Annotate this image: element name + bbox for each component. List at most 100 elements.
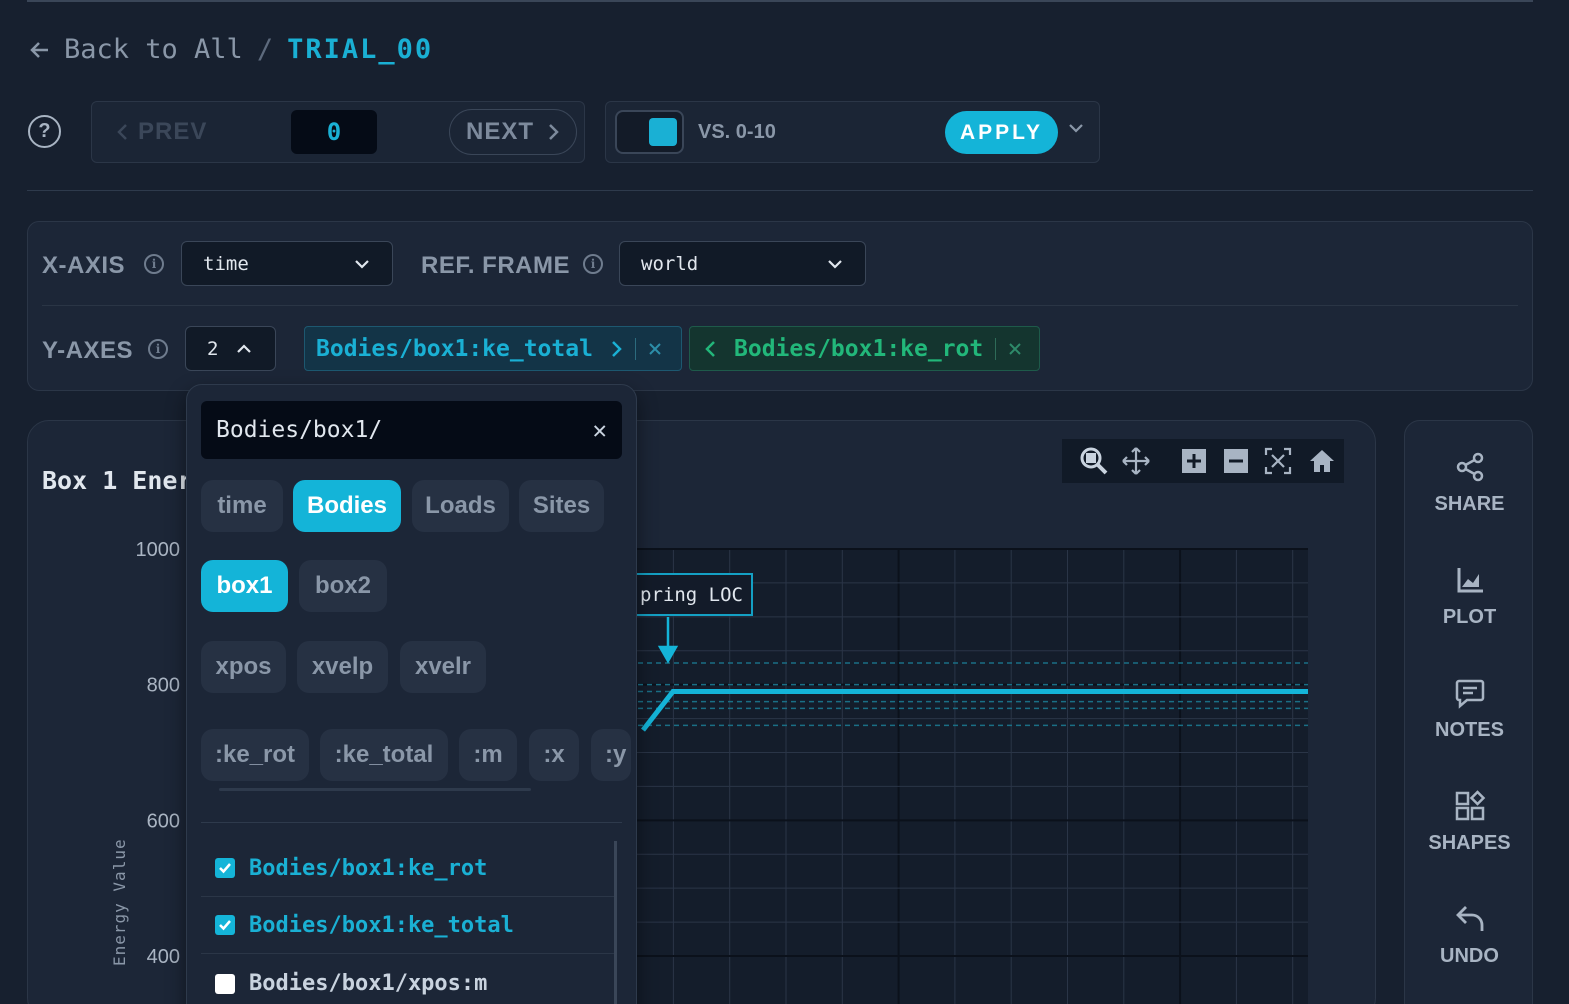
next-label: NEXT (465, 118, 534, 145)
result-item[interactable]: Bodies/box1/xpos:m (201, 955, 615, 1004)
shapes-button[interactable]: SHAPES (1405, 790, 1534, 855)
attr-y[interactable]: :y (591, 729, 631, 781)
series-picker-dropdown: Bodies/box1/ ✕ time Bodies Loads Sites b… (186, 384, 637, 1004)
checkbox-checked[interactable] (215, 915, 235, 935)
close-icon[interactable] (648, 342, 662, 356)
y-tick-label: 400 (147, 946, 180, 968)
result-item[interactable]: Bodies/box1:ke_rot (201, 840, 615, 897)
attr-x[interactable]: :x (529, 729, 579, 781)
plot-label: PLOT (1442, 606, 1497, 628)
chart-icon (1457, 568, 1483, 593)
field-xvelr[interactable]: xvelr (400, 641, 486, 693)
back-label: Back to All (64, 34, 243, 65)
category-bodies[interactable]: Bodies (293, 480, 401, 532)
vertical-scrollbar[interactable] (614, 841, 617, 1004)
plot-button[interactable]: PLOT (1405, 564, 1534, 629)
result-label: Bodies/box1:ke_rot (249, 855, 488, 881)
attr-m[interactable]: :m (459, 729, 517, 781)
apply-button[interactable]: APPLY (945, 111, 1058, 154)
comment-icon (1455, 679, 1484, 709)
clear-search-icon[interactable]: ✕ (593, 416, 607, 444)
checkbox-unchecked[interactable] (215, 973, 235, 994)
chip-separator (634, 337, 636, 360)
y-series-chip[interactable]: Bodies/box1:ke_rot (689, 326, 1040, 371)
compare-toggle[interactable] (615, 110, 684, 154)
category-time[interactable]: time (201, 480, 283, 532)
chevron-up-icon (237, 343, 252, 353)
chevron-left-icon[interactable] (704, 340, 716, 358)
share-button[interactable]: SHARE (1405, 451, 1534, 516)
divider (27, 190, 1533, 191)
y-tick-label: 1000 (136, 539, 181, 561)
notes-label: NOTES (1435, 719, 1504, 741)
notes-button[interactable]: NOTES (1405, 677, 1534, 742)
undo-button[interactable]: UNDO (1405, 903, 1534, 968)
shapes-icon (1455, 790, 1485, 821)
body-box1[interactable]: box1 (201, 560, 288, 612)
frame-navigator: PREV 0 NEXT (91, 101, 585, 163)
undo-icon (1455, 906, 1483, 931)
x-axis-info-icon[interactable]: i (144, 254, 164, 274)
share-label: SHARE (1434, 493, 1505, 515)
y-axis-label: Energy Value (110, 838, 129, 966)
page-title: TRIAL_00 (287, 34, 434, 65)
category-loads[interactable]: Loads (412, 480, 509, 532)
next-button[interactable]: NEXT (449, 109, 577, 155)
chip-label: Bodies/box1:ke_rot (734, 335, 984, 362)
chip-separator (995, 337, 997, 360)
attr-ke-rot[interactable]: :ke_rot (201, 729, 309, 781)
x-axis-label: X-AXIS (42, 252, 126, 279)
chevron-left-icon (117, 124, 127, 140)
share-icon (1456, 452, 1483, 482)
y-axes-label: Y-AXES (42, 337, 134, 364)
body-box2[interactable]: box2 (299, 560, 387, 612)
chevron-right-icon (549, 124, 559, 140)
axes-divider (42, 305, 1518, 306)
back-to-all-link[interactable]: Back to All (30, 34, 243, 65)
check-icon (219, 863, 231, 874)
checkbox-checked[interactable] (215, 858, 235, 878)
top-border (27, 0, 1533, 2)
breadcrumb: Back to All / TRIAL_00 (30, 34, 433, 65)
shapes-label: SHAPES (1428, 832, 1511, 854)
compare-group: VS. 0-10 APPLY (605, 101, 1100, 163)
breadcrumb-separator: / (256, 34, 274, 65)
ref-frame-select[interactable]: world (619, 241, 866, 286)
category-sites[interactable]: Sites (519, 480, 604, 532)
prev-button[interactable]: PREV (116, 118, 207, 146)
compare-range-label: VS. 0-10 (698, 121, 776, 143)
field-xpos[interactable]: xpos (201, 641, 286, 693)
y-series-chip[interactable]: Bodies/box1:ke_total (304, 326, 682, 371)
frame-number-input[interactable]: 0 (291, 110, 377, 154)
result-label: Bodies/box1:ke_total (249, 912, 514, 938)
series-search-input[interactable]: Bodies/box1/ ✕ (201, 401, 622, 459)
chevron-down-icon (355, 260, 369, 269)
x-axis-value: time (203, 252, 249, 275)
y-tick-label: 600 (147, 810, 180, 832)
ref-frame-info-icon[interactable]: i (583, 254, 603, 274)
list-divider (201, 822, 622, 823)
chevron-down-icon (828, 260, 842, 269)
check-icon (219, 920, 231, 931)
x-axis-select[interactable]: time (181, 241, 393, 286)
field-xvelp[interactable]: xvelp (297, 641, 388, 693)
axes-panel: X-AXIS i time REF. FRAME i world Y-AXES … (27, 221, 1533, 391)
chart-annotation: pring LOC (628, 573, 753, 616)
ref-frame-label: REF. FRAME (421, 252, 570, 279)
y-axes-count: 2 (207, 337, 219, 360)
chevron-right-icon[interactable] (611, 340, 623, 358)
chevron-down-icon[interactable] (1068, 120, 1084, 136)
y-axes-count-select[interactable]: 2 (185, 326, 276, 371)
arrow-left-icon (30, 41, 48, 58)
y-tick-label: 800 (147, 675, 180, 697)
help-icon[interactable]: ? (28, 115, 61, 148)
search-value: Bodies/box1/ (216, 417, 383, 443)
undo-label: UNDO (1440, 945, 1499, 967)
attr-ke-total[interactable]: :ke_total (320, 729, 448, 781)
result-item[interactable]: Bodies/box1:ke_total (201, 897, 615, 954)
y-axes-info-icon[interactable]: i (148, 339, 168, 359)
result-label: Bodies/box1/xpos:m (249, 971, 488, 996)
horizontal-scrollbar[interactable] (219, 788, 531, 791)
close-icon[interactable] (1008, 342, 1022, 356)
prev-label: PREV (138, 118, 208, 145)
